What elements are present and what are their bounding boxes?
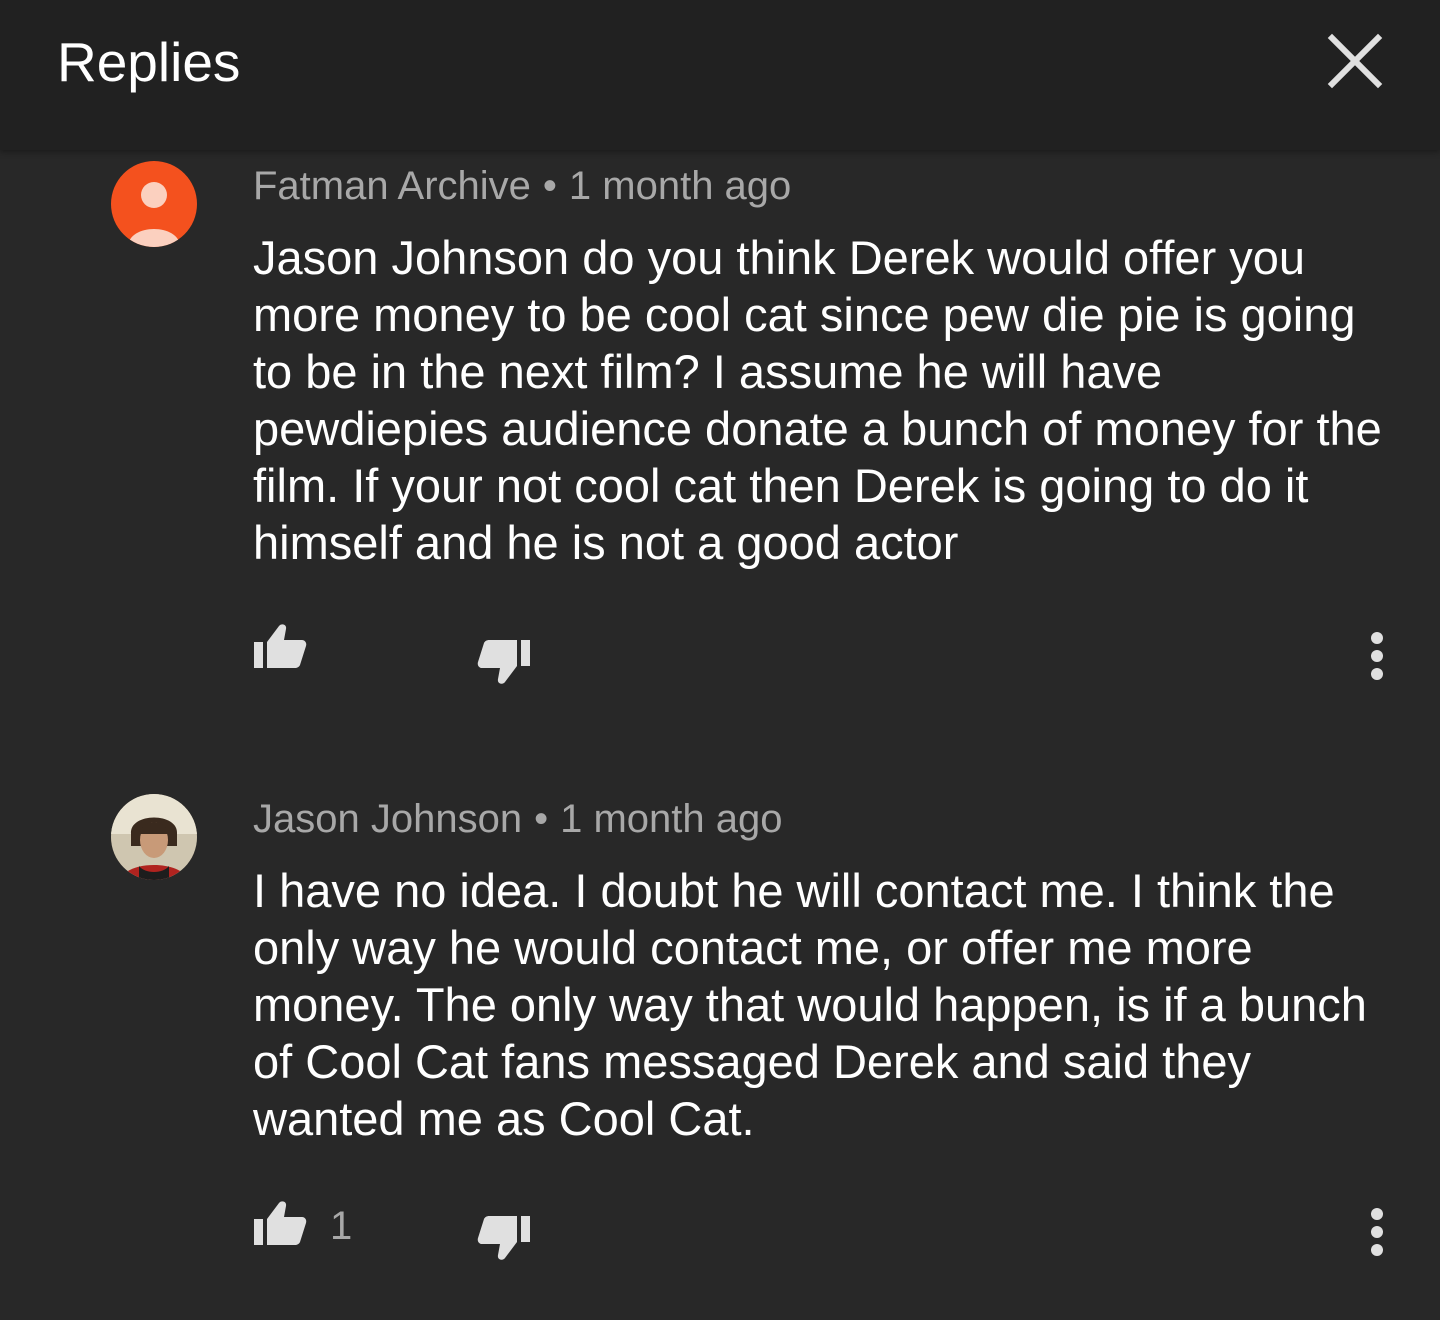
comment-text: I have no idea. I doubt he will contact … bbox=[253, 864, 1367, 1145]
user-photo-icon bbox=[111, 794, 197, 880]
page-title: Replies bbox=[57, 31, 241, 93]
replies-header: Replies bbox=[0, 0, 1440, 150]
default-user-icon bbox=[128, 182, 180, 247]
avatar[interactable] bbox=[111, 161, 197, 247]
avatar[interactable] bbox=[111, 794, 197, 880]
close-icon bbox=[1327, 33, 1383, 89]
thumbs-down-icon bbox=[477, 640, 530, 684]
more-vert-icon bbox=[1371, 1208, 1383, 1256]
like-button[interactable] bbox=[252, 620, 308, 670]
author-name[interactable]: Fatman Archive bbox=[253, 164, 531, 208]
dislike-button[interactable] bbox=[476, 1214, 532, 1264]
more-vert-icon bbox=[1371, 632, 1383, 680]
thumbs-up-icon bbox=[254, 624, 307, 668]
dislike-button[interactable] bbox=[476, 638, 532, 688]
meta-separator: • bbox=[534, 797, 549, 841]
like-count: 1 bbox=[330, 1204, 353, 1248]
close-button[interactable] bbox=[1322, 28, 1388, 94]
like-button[interactable] bbox=[252, 1197, 308, 1247]
comment-meta: Jason Johnson • 1 month ago bbox=[253, 797, 783, 842]
comment-meta: Fatman Archive • 1 month ago bbox=[253, 164, 791, 209]
thumbs-down-icon bbox=[477, 1216, 530, 1260]
comment-time: 1 month ago bbox=[560, 797, 783, 841]
comment-menu-button[interactable] bbox=[1364, 630, 1390, 682]
author-name[interactable]: Jason Johnson bbox=[253, 797, 522, 841]
meta-separator: • bbox=[542, 164, 557, 208]
comment-menu-button[interactable] bbox=[1364, 1206, 1390, 1258]
comment-time: 1 month ago bbox=[568, 164, 792, 208]
thumbs-up-icon bbox=[254, 1201, 307, 1245]
comment-text: Jason Johnson do you think Derek would o… bbox=[253, 231, 1382, 569]
